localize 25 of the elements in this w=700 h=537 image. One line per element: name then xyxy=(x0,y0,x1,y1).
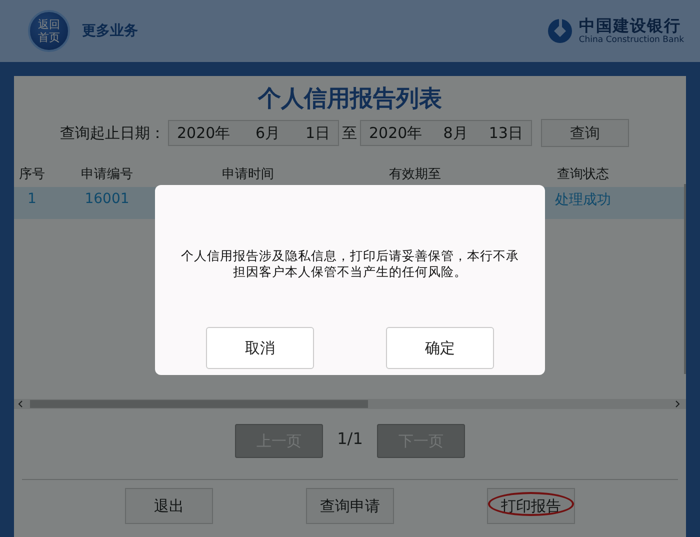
bank-name: 中国建设银行 xyxy=(578,17,682,35)
home-button[interactable]: 返回首页 xyxy=(28,10,70,52)
table-cell-text: 16001 xyxy=(84,191,130,207)
bank-logo-icon xyxy=(546,18,573,44)
column-header: 申请时间 xyxy=(221,166,275,183)
page-title: 更多业务 xyxy=(82,22,138,40)
table-cell-text: 处理成功 xyxy=(554,191,612,209)
dialog-button[interactable]: 确定 xyxy=(386,327,494,369)
action-button[interactable]: 查询申请 xyxy=(306,488,394,524)
list-title: 个人信用报告列表 xyxy=(256,85,443,114)
dialog-message: 个人信用报告涉及隐私信息，打印后请妥善保管，本行不承担因客户本人保管不当产生的任何风险。 xyxy=(180,248,520,280)
date-picker[interactable]: 2020年 8月 13日 xyxy=(360,120,532,146)
page-indicator: 1/1 xyxy=(337,428,363,448)
date-range-label: 查询起止日期： xyxy=(60,124,165,142)
column-header: 申请编号 xyxy=(80,166,134,183)
date-picker[interactable]: 2020年 6月 1日 xyxy=(168,120,339,146)
table-cell-text: 1 xyxy=(26,191,38,207)
column-header: 有效期至 xyxy=(388,166,442,183)
column-header: 查询状态 xyxy=(556,166,610,183)
bank-name-english: China Construction Bank xyxy=(578,35,684,45)
column-header: 序号 xyxy=(18,166,46,183)
action-button[interactable]: 退出 xyxy=(125,488,213,524)
range-separator: 至 xyxy=(342,124,357,142)
query-button[interactable]: 查询 xyxy=(541,119,629,147)
dialog-button[interactable]: 取消 xyxy=(206,327,314,369)
